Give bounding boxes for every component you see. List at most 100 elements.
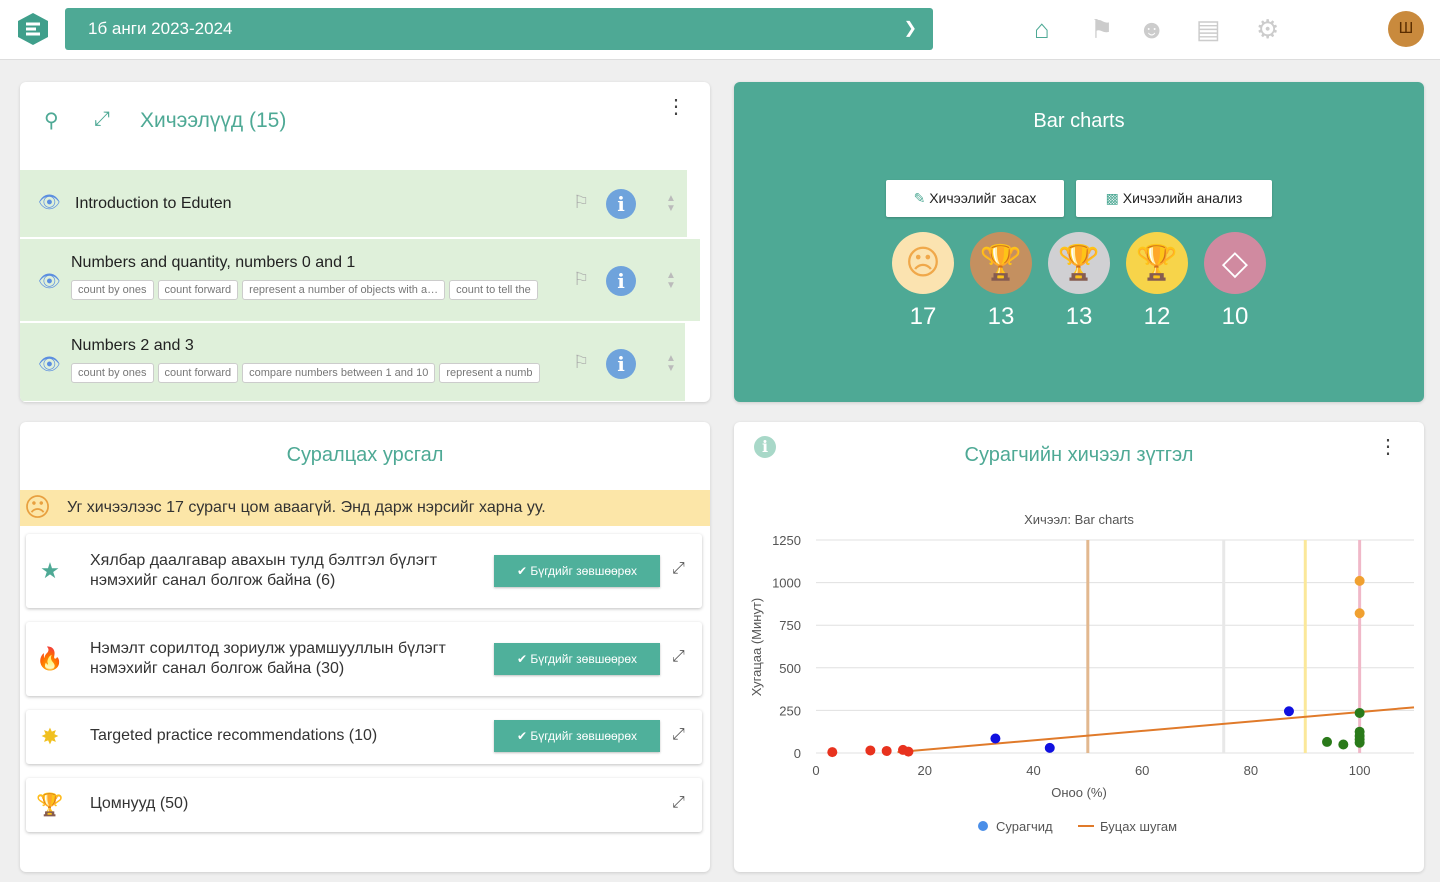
info-icon[interactable]: i (606, 189, 636, 219)
expand-icon[interactable]: ⤢ (672, 560, 685, 578)
lesson-analysis-label: Хичээлийн анализ (1122, 190, 1243, 206)
recommendation-row: ★ Хялбар даалгавар авахын тулд бэлтгэл б… (26, 534, 702, 608)
gear-icon[interactable]: ⚙ (1256, 14, 1279, 45)
legend-marker-students (978, 821, 988, 831)
sad-face-icon[interactable]: ☹ (892, 232, 954, 294)
student-point (1354, 608, 1365, 619)
student-point (990, 733, 1001, 744)
student-point (1338, 739, 1349, 750)
class-select[interactable]: 1б анги 2023-2024 ❯ (65, 8, 933, 50)
class-select-value: 1б анги 2023-2024 (88, 19, 233, 38)
medal-count: 13 (1065, 303, 1093, 330)
avatar[interactable]: Ш (1388, 11, 1424, 47)
x-tick-label: 20 (917, 763, 931, 778)
lesson-title: Numbers 2 and 3 (71, 337, 194, 354)
edit-lesson-label: Хичээлийг засах (929, 190, 1037, 206)
trophy-icon: 🏆 (36, 792, 64, 817)
student-point (865, 745, 876, 756)
lesson-row[interactable]: Numbers 2 and 3 👁 count by ones count for… (20, 323, 685, 402)
student-point (1354, 737, 1365, 748)
accept-all-button[interactable]: ✔ Бүгдийг зөвшөөрөх (494, 643, 660, 675)
bookmark-icon[interactable]: ⚑ (1090, 14, 1113, 45)
lesson-row[interactable]: 👁 Introduction to Eduten ⚐ i ▲ ▼ (20, 170, 687, 238)
users-icon[interactable]: ☻ (1138, 14, 1165, 45)
student-point (1354, 575, 1365, 586)
legend-regression: Буцах шугам (1100, 819, 1177, 834)
sort-handle-icon[interactable]: ▲ ▼ (666, 271, 676, 291)
skill-tag: count by ones (71, 363, 154, 383)
bronze-trophy-icon[interactable]: 🏆 (970, 232, 1032, 294)
edit-icon: ✎ (913, 190, 926, 206)
skill-tag: compare numbers between 1 and 10 (242, 363, 436, 383)
accept-all-button[interactable]: ✔ Бүгдийг зөвшөөрөх (494, 720, 660, 752)
medal-count: 10 (1221, 303, 1249, 330)
recommendation-text: Targeted practice recommendations (10) (90, 727, 378, 744)
eye-icon[interactable]: 👁 (38, 354, 61, 375)
flag-icon[interactable]: ⚐ (573, 352, 589, 373)
warning-text: Уг хичээлээс 17 сурагч цом аваагүй. Энд … (67, 499, 546, 516)
accept-all-button[interactable]: ✔ Бүгдийг зөвшөөрөх (494, 555, 660, 587)
medal-count: 12 (1143, 303, 1171, 330)
sort-handle-icon[interactable]: ▲ ▼ (666, 194, 676, 214)
student-point (1044, 742, 1055, 753)
edit-lesson-button[interactable]: ✎ Хичээлийг засах (886, 180, 1064, 217)
home-icon[interactable]: ⌂ (1034, 14, 1050, 45)
eye-icon[interactable]: 👁 (38, 271, 61, 292)
student-point (827, 747, 838, 758)
recommendation-row: 🔥 Нэмэлт сорилтод зориулж урамшууллын бү… (26, 622, 702, 696)
lessons-title: Хичээлүүд (15) (140, 109, 287, 132)
logo-icon[interactable] (16, 12, 50, 46)
skill-tag: represent a number of objects with a… (242, 280, 446, 300)
expand-icon[interactable]: ⤢ (94, 108, 110, 131)
search-icon[interactable]: ⚲ (44, 108, 59, 133)
x-tick-label: 60 (1135, 763, 1149, 778)
recommendation-text: Нэмэлт сорилтод зориулж урамшууллын бүлэ… (90, 640, 446, 657)
expand-icon[interactable]: ⤢ (672, 794, 685, 812)
chart-title: Хичээл: Bar charts (1024, 512, 1134, 527)
bar-chart-icon[interactable]: ▤ (1196, 14, 1221, 45)
x-tick-label: 100 (1349, 763, 1371, 778)
y-tick-label: 1000 (772, 576, 801, 591)
flag-icon[interactable]: ⚐ (573, 269, 589, 290)
more-menu-icon[interactable]: ⋮ (666, 94, 686, 119)
regression-line (897, 706, 1415, 754)
recommendation-text: нэмэхийг санал болгож байна (30) (90, 660, 345, 677)
sort-handle-icon[interactable]: ▲ ▼ (666, 354, 676, 374)
recommendation-text: Хялбар даалгавар авахын тулд бэлтгэл бүл… (90, 552, 438, 569)
student-point (1283, 706, 1294, 717)
info-icon[interactable]: i (606, 349, 636, 379)
lesson-title: Numbers and quantity, numbers 0 and 1 (71, 254, 356, 271)
chevron-down-icon: ❯ (903, 20, 917, 37)
lesson-title: Bar charts (1033, 110, 1125, 132)
silver-trophy-icon[interactable]: 🏆 (1048, 232, 1110, 294)
badge-icon: ✸ (40, 724, 60, 749)
accept-all-label: Бүгдийг зөвшөөрөх (530, 729, 638, 743)
x-axis-label: Оноо (%) (1051, 785, 1107, 800)
x-tick-label: 80 (1244, 763, 1258, 778)
expand-icon[interactable]: ⤢ (672, 648, 685, 666)
recommendation-row: 🏆 Цомнууд (50) ⤢ (26, 778, 702, 832)
x-tick-label: 40 (1026, 763, 1040, 778)
y-axis-label: Хугацаа (Минут) (749, 598, 764, 696)
medal-count: 13 (987, 303, 1015, 330)
skill-tag: count forward (157, 280, 239, 300)
skill-tag: count forward (157, 363, 239, 383)
gold-trophy-icon[interactable]: 🏆 (1126, 232, 1188, 294)
y-tick-label: 750 (779, 618, 801, 633)
info-icon[interactable]: i (606, 266, 636, 296)
diamond-icon[interactable]: ◇ (1204, 232, 1266, 294)
legend-students: Сурагчид (996, 819, 1053, 834)
bar-chart-icon: ▩ (1105, 190, 1119, 206)
expand-icon[interactable]: ⤢ (672, 726, 685, 744)
y-tick-label: 500 (779, 661, 801, 676)
more-menu-icon[interactable]: ⋮ (1378, 434, 1398, 459)
lesson-analysis-button[interactable]: ▩ Хичээлийн анализ (1076, 180, 1272, 217)
flag-icon[interactable]: ⚐ (573, 192, 589, 213)
eye-icon[interactable]: 👁 (38, 192, 61, 213)
star-icon: ★ (40, 558, 60, 583)
lesson-row[interactable]: Numbers and quantity, numbers 0 and 1 👁 … (20, 239, 700, 322)
accept-all-label: Бүгдийг зөвшөөрөх (530, 652, 638, 666)
skill-tag: count to tell the (449, 280, 538, 300)
learning-path-title: Суралцах урсгал (286, 444, 444, 466)
warning-banner[interactable]: ☹ Уг хичээлээс 17 сурагч цом аваагүй. Эн… (20, 490, 710, 526)
